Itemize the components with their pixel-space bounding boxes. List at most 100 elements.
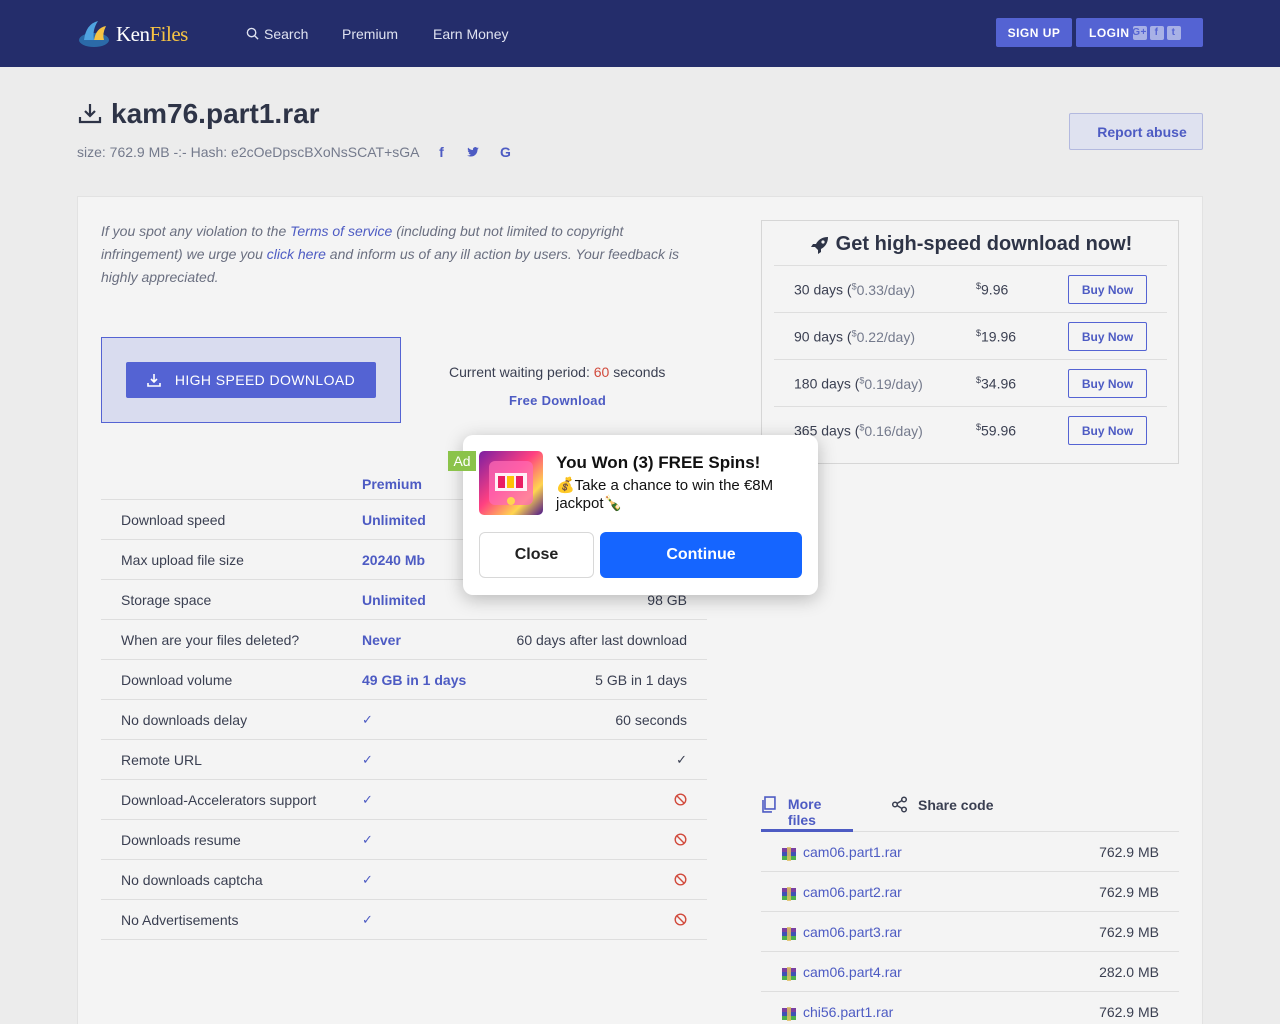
files-tabs: More files Share code [761, 786, 1179, 832]
comparison-row: Download volume 49 GB in 1 days 5 GB in 1 … [101, 660, 707, 700]
slot-machine-icon [489, 461, 533, 505]
file-link[interactable]: chi56.part1.rar [803, 1004, 893, 1020]
file-list-item: cam06.part4.rar 282.0 MB [761, 952, 1179, 992]
premium-value: Never [362, 632, 401, 648]
comparison-row: No downloads captcha ✓ [101, 860, 707, 900]
free-value: 60 seconds [615, 712, 687, 728]
file-link[interactable]: cam06.part2.rar [803, 884, 902, 900]
ad-close-button[interactable]: Close [479, 532, 594, 578]
high-speed-box: HIGH SPEED DOWNLOAD [101, 337, 401, 423]
file-size: 762.9 MB [1099, 844, 1159, 860]
file-list-item: chi56.part1.rar 762.9 MB [761, 992, 1179, 1024]
buy-now-button[interactable]: Buy Now [1068, 275, 1147, 304]
search-icon [246, 27, 259, 40]
logo-icon [79, 21, 109, 47]
file-size: 282.0 MB [1099, 964, 1159, 980]
share-facebook-icon[interactable]: f [431, 144, 451, 160]
feature-label: Downloads resume [121, 832, 241, 848]
terms-link[interactable]: Terms of service [290, 223, 392, 239]
file-size: 762.9 MB [1099, 1004, 1159, 1020]
ad-popup: You Won (3) FREE Spins! 💰Take a chance t… [463, 435, 818, 595]
ad-badge[interactable]: Ad [448, 451, 476, 471]
feature-label: When are your files deleted? [121, 632, 300, 648]
feature-label: Storage space [121, 592, 212, 608]
rar-archive-icon [782, 967, 796, 981]
signup-button[interactable]: SIGN UP [996, 18, 1072, 47]
premium-value: 49 GB in 1 days [362, 672, 467, 688]
feature-label: Download speed [121, 512, 226, 528]
login-button[interactable]: LOGIN G+ f t [1076, 18, 1203, 47]
nav-earn-money[interactable]: Earn Money [433, 0, 508, 67]
feature-label: Download-Accelerators support [121, 792, 317, 808]
plan-row: 90 days ($0.22/day) $19.96 Buy Now [774, 312, 1167, 359]
premium-plans-title: Get high-speed download now! [762, 233, 1180, 256]
rar-archive-icon [782, 847, 796, 861]
not-available-icon [674, 833, 687, 849]
share-icon [891, 796, 908, 813]
files-icon [762, 796, 776, 813]
buy-now-button[interactable]: Buy Now [1068, 416, 1147, 445]
ad-title: You Won (3) FREE Spins! [556, 453, 761, 472]
facebook-icon[interactable]: f [1149, 25, 1164, 40]
rocket-icon [810, 236, 828, 254]
comparison-row: No downloads delay ✓ 60 seconds [101, 700, 707, 740]
rar-archive-icon [782, 887, 796, 901]
twitter-icon[interactable]: t [1166, 25, 1181, 40]
file-link[interactable]: cam06.part3.rar [803, 924, 902, 940]
check-icon: ✓ [362, 872, 373, 887]
plan-row: 365 days ($0.16/day) $59.96 Buy Now [774, 406, 1167, 453]
file-size-hash: size: 762.9 MB -:- Hash: e2cOeDpscBXoNsS… [77, 144, 420, 160]
wait-seconds: 60 [593, 364, 610, 380]
more-files-list: cam06.part1.rar 762.9 MB cam06.part2.rar 76… [761, 832, 1179, 1024]
tab-more-files[interactable]: More files [761, 796, 853, 832]
violation-notice: If you spot any violation to the Terms o… [101, 223, 679, 285]
file-meta: size: 762.9 MB -:- Hash: e2cOeDpscBXoNsS… [77, 144, 515, 160]
report-abuse-button[interactable]: Report abuse [1069, 113, 1203, 150]
click-here-link[interactable]: click here [267, 246, 326, 262]
premium-plans-box: Get high-speed download now! 30 days ($0… [761, 220, 1179, 464]
download-icon [147, 374, 161, 387]
high-speed-download-button[interactable]: HIGH SPEED DOWNLOAD [126, 362, 376, 398]
logo-text: KenFiles [116, 21, 188, 46]
buy-now-button[interactable]: Buy Now [1068, 369, 1147, 398]
plan-duration: 30 days ($0.33/day) [794, 281, 915, 298]
feature-label: Download volume [121, 672, 233, 688]
plan-duration: 90 days ($0.22/day) [794, 328, 915, 345]
plan-price: $9.96 [976, 281, 1009, 298]
plan-price: $34.96 [976, 375, 1017, 392]
file-link[interactable]: cam06.part1.rar [803, 844, 902, 860]
premium-value: Unlimited [362, 512, 426, 528]
nav-premium[interactable]: Premium [342, 0, 398, 67]
feature-label: No downloads delay [121, 712, 248, 728]
free-value: 5 GB in 1 days [595, 672, 687, 688]
top-navbar: KenFiles Search Premium Earn Money SIGN … [0, 0, 1280, 67]
buy-now-button[interactable]: Buy Now [1068, 322, 1147, 351]
google-plus-icon[interactable]: G+ [1132, 25, 1147, 40]
plan-row: 180 days ($0.19/day) $34.96 Buy Now [774, 359, 1167, 406]
ad-continue-button[interactable]: Continue [600, 532, 802, 578]
comparison-row: When are your files deleted? Never 60 days… [101, 620, 707, 660]
file-list-item: cam06.part2.rar 762.9 MB [761, 872, 1179, 912]
plan-duration: 180 days ($0.19/day) [794, 375, 923, 392]
check-icon: ✓ [362, 712, 373, 727]
premium-value: Unlimited [362, 592, 426, 608]
free-value: 60 days after last download [516, 632, 687, 648]
not-available-icon [674, 913, 687, 929]
share-google-icon[interactable]: G [495, 144, 515, 160]
nav-search[interactable]: Search [246, 0, 308, 67]
tab-share-code[interactable]: Share code [891, 796, 993, 813]
share-twitter-icon[interactable] [463, 145, 483, 159]
slot-machine-image[interactable] [479, 451, 543, 515]
comparison-row: No Advertisements ✓ [101, 900, 707, 940]
free-download-link[interactable]: Free Download [509, 393, 606, 408]
feature-label: No Advertisements [121, 912, 239, 928]
kenfiles-logo[interactable]: KenFiles [78, 16, 188, 52]
feature-label: Max upload file size [121, 552, 244, 568]
rar-archive-icon [782, 927, 796, 941]
not-available-icon [674, 793, 687, 809]
login-label: LOGIN [1089, 25, 1130, 40]
file-link[interactable]: cam06.part4.rar [803, 964, 902, 980]
file-size: 762.9 MB [1099, 924, 1159, 940]
high-speed-label: HIGH SPEED DOWNLOAD [174, 372, 356, 388]
check-icon: ✓ [362, 792, 373, 807]
